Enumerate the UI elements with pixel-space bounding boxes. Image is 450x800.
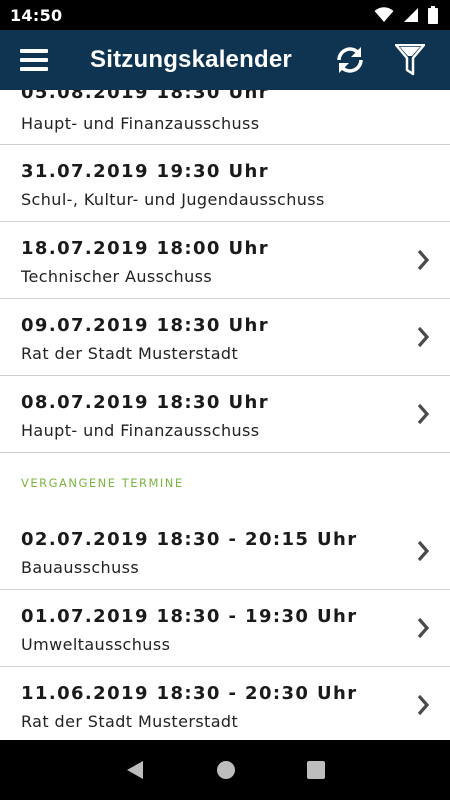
chevron-right-icon bbox=[417, 694, 430, 716]
chevron-right-icon bbox=[417, 540, 430, 562]
meeting-row[interactable]: 18.07.2019 18:00 Uhr Technischer Ausschus… bbox=[0, 222, 450, 299]
meeting-date: 08.07.2019 18:30 Uhr bbox=[21, 392, 270, 413]
meeting-date: 09.07.2019 18:30 Uhr bbox=[21, 315, 270, 336]
meeting-row[interactable]: 05.08.2019 18:30 Uhr Haupt- und Finanzaus… bbox=[0, 90, 450, 145]
meeting-title: Haupt- und Finanzausschuss bbox=[21, 114, 260, 133]
status-bar: 14:50 bbox=[0, 0, 450, 30]
chevron-right-icon bbox=[417, 249, 430, 271]
meeting-date: 01.07.2019 18:30 - 19:30 Uhr bbox=[21, 606, 358, 627]
meeting-list[interactable]: 05.08.2019 18:30 Uhr Haupt- und Finanzaus… bbox=[0, 90, 450, 740]
chevron-right-icon bbox=[417, 617, 430, 639]
meeting-title: Technischer Ausschuss bbox=[21, 267, 213, 286]
page-title: Sitzungskalender bbox=[90, 46, 292, 73]
filter-button[interactable] bbox=[380, 30, 440, 90]
meeting-title: Haupt- und Finanzausschuss bbox=[21, 421, 260, 440]
meeting-date: 18.07.2019 18:00 Uhr bbox=[21, 238, 270, 259]
app-bar: Sitzungskalender bbox=[0, 30, 450, 90]
meeting-title: Bauausschuss bbox=[21, 558, 140, 577]
meeting-row[interactable]: 02.07.2019 18:30 - 20:15 Uhr Bauausschuss bbox=[0, 513, 450, 590]
wifi-icon bbox=[374, 7, 394, 22]
navigation-bar bbox=[0, 740, 450, 800]
recents-icon[interactable] bbox=[306, 761, 325, 779]
meeting-row[interactable]: 11.06.2019 18:30 - 20:30 Uhr Rat der Stad… bbox=[0, 667, 450, 740]
meeting-title: Schul-, Kultur- und Jugendausschuss bbox=[21, 190, 325, 209]
meeting-row[interactable]: 31.07.2019 19:30 Uhr Schul-, Kultur- und … bbox=[0, 145, 450, 222]
refresh-button[interactable] bbox=[320, 30, 380, 90]
home-icon[interactable] bbox=[216, 760, 236, 780]
cellular-signal-icon bbox=[404, 8, 418, 22]
section-header-past: VERGANGENE TERMINE bbox=[21, 476, 184, 490]
meeting-row[interactable]: 08.07.2019 18:30 Uhr Haupt- und Finanzaus… bbox=[0, 376, 450, 453]
refresh-icon bbox=[337, 47, 363, 73]
battery-icon bbox=[428, 6, 438, 24]
back-icon[interactable] bbox=[125, 759, 145, 781]
meeting-date: 05.08.2019 18:30 Uhr bbox=[21, 90, 270, 103]
meeting-title: Rat der Stadt Musterstadt bbox=[21, 344, 239, 363]
chevron-right-icon bbox=[417, 326, 430, 348]
meeting-date: 31.07.2019 19:30 Uhr bbox=[21, 161, 270, 182]
meeting-row[interactable]: 01.07.2019 18:30 - 19:30 Uhr Umweltaussch… bbox=[0, 590, 450, 667]
status-time: 14:50 bbox=[10, 5, 63, 25]
menu-icon bbox=[20, 49, 48, 71]
past-meetings: 02.07.2019 18:30 - 20:15 Uhr Bauausschuss… bbox=[0, 513, 450, 740]
status-icons bbox=[374, 6, 438, 24]
menu-button[interactable] bbox=[0, 30, 68, 90]
meeting-date: 02.07.2019 18:30 - 20:15 Uhr bbox=[21, 529, 358, 550]
filter-icon bbox=[395, 44, 425, 76]
meeting-title: Umweltausschuss bbox=[21, 635, 171, 654]
meeting-title: Rat der Stadt Musterstadt bbox=[21, 712, 239, 731]
meeting-row[interactable]: 09.07.2019 18:30 Uhr Rat der Stadt Muster… bbox=[0, 299, 450, 376]
meeting-date: 11.06.2019 18:30 - 20:30 Uhr bbox=[21, 683, 358, 704]
upcoming-meetings: 05.08.2019 18:30 Uhr Haupt- und Finanzaus… bbox=[0, 90, 450, 453]
chevron-right-icon bbox=[417, 403, 430, 425]
